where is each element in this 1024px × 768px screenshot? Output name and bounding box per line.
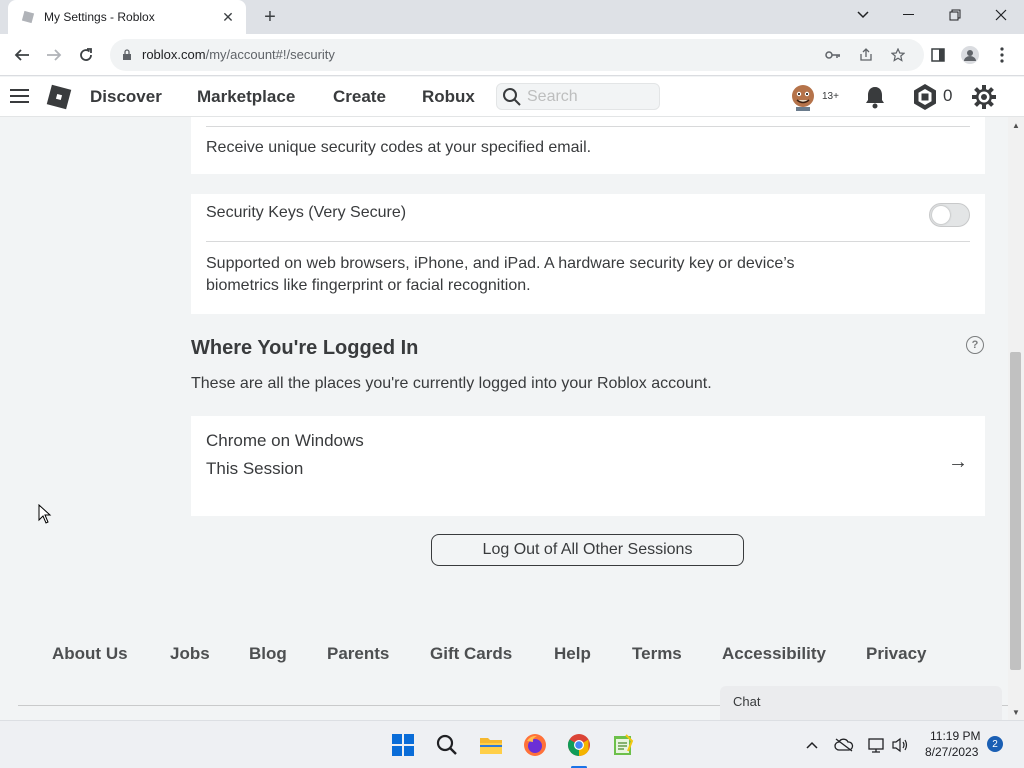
nav-robux-link[interactable]: Robux	[422, 87, 475, 107]
scrollbar-thumb[interactable]	[1010, 352, 1021, 670]
side-panel-icon[interactable]	[924, 41, 952, 69]
security-keys-description-line1: Supported on web browsers, iPhone, and i…	[206, 255, 795, 272]
browser-menu-icon[interactable]	[988, 41, 1016, 69]
help-question-icon[interactable]: ?	[966, 336, 984, 354]
taskbar-time[interactable]: 11:19 PM	[930, 729, 980, 743]
user-avatar[interactable]	[790, 83, 816, 116]
tab-close-icon[interactable]: ✕	[220, 9, 236, 25]
browser-tab-strip: My Settings - Roblox ✕ +	[0, 0, 1024, 34]
hamburger-menu-icon[interactable]	[10, 88, 30, 109]
password-key-icon[interactable]	[824, 46, 842, 64]
divider	[206, 126, 970, 127]
footer-link-privacy[interactable]: Privacy	[866, 644, 927, 664]
sessions-description: These are all the places you're currentl…	[191, 375, 712, 392]
footer-link-accessibility[interactable]: Accessibility	[722, 644, 826, 664]
notification-count-badge[interactable]: 2	[987, 736, 1003, 752]
security-keys-card: Security Keys (Very Secure) Supported on…	[191, 194, 985, 314]
settings-gear-icon[interactable]	[971, 84, 997, 115]
tab-search-chevron-icon[interactable]	[840, 0, 886, 30]
minimize-icon[interactable]	[886, 0, 932, 30]
footer-link-about-us[interactable]: About Us	[52, 644, 128, 664]
back-arrow-icon[interactable]	[8, 41, 36, 69]
new-tab-button[interactable]: +	[258, 5, 282, 29]
footer-link-terms[interactable]: Terms	[632, 644, 682, 664]
search-box[interactable]	[496, 83, 660, 110]
robux-hexagon-icon[interactable]	[912, 83, 938, 116]
sessions-title: Where You're Logged In	[191, 337, 419, 359]
divider	[206, 241, 970, 242]
share-icon[interactable]	[857, 46, 875, 64]
taskbar-date[interactable]: 8/27/2023	[925, 745, 978, 759]
scroll-down-arrow-icon[interactable]: ▼	[1010, 706, 1022, 718]
notification-bell-icon[interactable]	[864, 85, 886, 114]
reload-icon[interactable]	[72, 41, 100, 69]
lock-icon[interactable]	[118, 46, 136, 64]
search-icon	[502, 87, 522, 112]
security-keys-toggle[interactable]	[929, 203, 970, 227]
browser-toolbar: roblox.com/my/account#!/security	[0, 34, 1024, 76]
url-path: /my/account#!/security	[205, 47, 335, 62]
url-text: roblox.com/my/account#!/security	[142, 47, 335, 62]
forward-arrow-icon[interactable]	[40, 41, 68, 69]
profile-avatar-icon[interactable]	[956, 41, 984, 69]
chrome-icon[interactable]	[565, 731, 593, 759]
toggle-knob	[932, 206, 950, 224]
bookmark-star-icon[interactable]	[889, 46, 907, 64]
windows-start-icon[interactable]	[389, 731, 417, 759]
browser-tab[interactable]: My Settings - Roblox ✕	[8, 0, 246, 34]
restore-icon[interactable]	[932, 0, 978, 30]
scroll-up-arrow-icon[interactable]: ▲	[1010, 119, 1022, 131]
session-device: Chrome on Windows	[206, 431, 364, 450]
footer-link-help[interactable]: Help	[554, 644, 591, 664]
footer-link-jobs[interactable]: Jobs	[170, 644, 210, 664]
roblox-favicon-icon	[20, 9, 36, 25]
arrow-right-icon[interactable]: →	[948, 451, 968, 473]
search-input[interactable]	[527, 87, 653, 107]
address-bar[interactable]: roblox.com/my/account#!/security	[110, 39, 924, 71]
roblox-logo-icon[interactable]	[44, 82, 74, 117]
nav-marketplace-link[interactable]: Marketplace	[197, 87, 295, 107]
age-badge: 13+	[822, 91, 839, 102]
chevron-up-icon[interactable]	[802, 736, 822, 754]
volume-icon[interactable]	[890, 736, 910, 754]
email-2sv-card: Receive unique security codes at your sp…	[191, 117, 985, 174]
url-host: roblox.com	[142, 47, 206, 62]
session-label: This Session	[206, 459, 304, 478]
nav-create-link[interactable]: Create	[333, 87, 386, 107]
chat-panel[interactable]: Chat	[720, 686, 1002, 720]
roblox-header: Discover Marketplace Create Robux 13+ 0	[0, 77, 1024, 117]
windows-taskbar	[0, 720, 1024, 768]
nav-discover-link[interactable]: Discover	[90, 87, 162, 107]
footer-link-gift-cards[interactable]: Gift Cards	[430, 644, 512, 664]
mouse-cursor-icon	[38, 503, 52, 529]
robux-balance: 0	[943, 86, 953, 105]
tab-title: My Settings - Roblox	[44, 10, 155, 24]
security-keys-title: Security Keys (Very Secure)	[206, 204, 407, 221]
onedrive-offline-icon[interactable]	[834, 736, 854, 754]
email-2sv-description: Receive unique security codes at your sp…	[206, 139, 592, 156]
footer-link-parents[interactable]: Parents	[327, 644, 389, 664]
search-icon[interactable]	[433, 731, 461, 759]
network-icon[interactable]	[866, 736, 886, 754]
window-close-icon[interactable]	[978, 0, 1024, 30]
chat-label: Chat	[733, 694, 761, 709]
security-keys-description-line2: biometrics like fingerprint or facial re…	[206, 277, 531, 294]
notepad-icon[interactable]	[609, 731, 637, 759]
session-item[interactable]: Chrome on Windows This Session →	[191, 416, 985, 516]
firefox-icon[interactable]	[521, 731, 549, 759]
logout-all-sessions-button[interactable]: Log Out of All Other Sessions	[431, 534, 744, 566]
file-explorer-icon[interactable]	[477, 731, 505, 759]
footer-link-blog[interactable]: Blog	[249, 644, 287, 664]
